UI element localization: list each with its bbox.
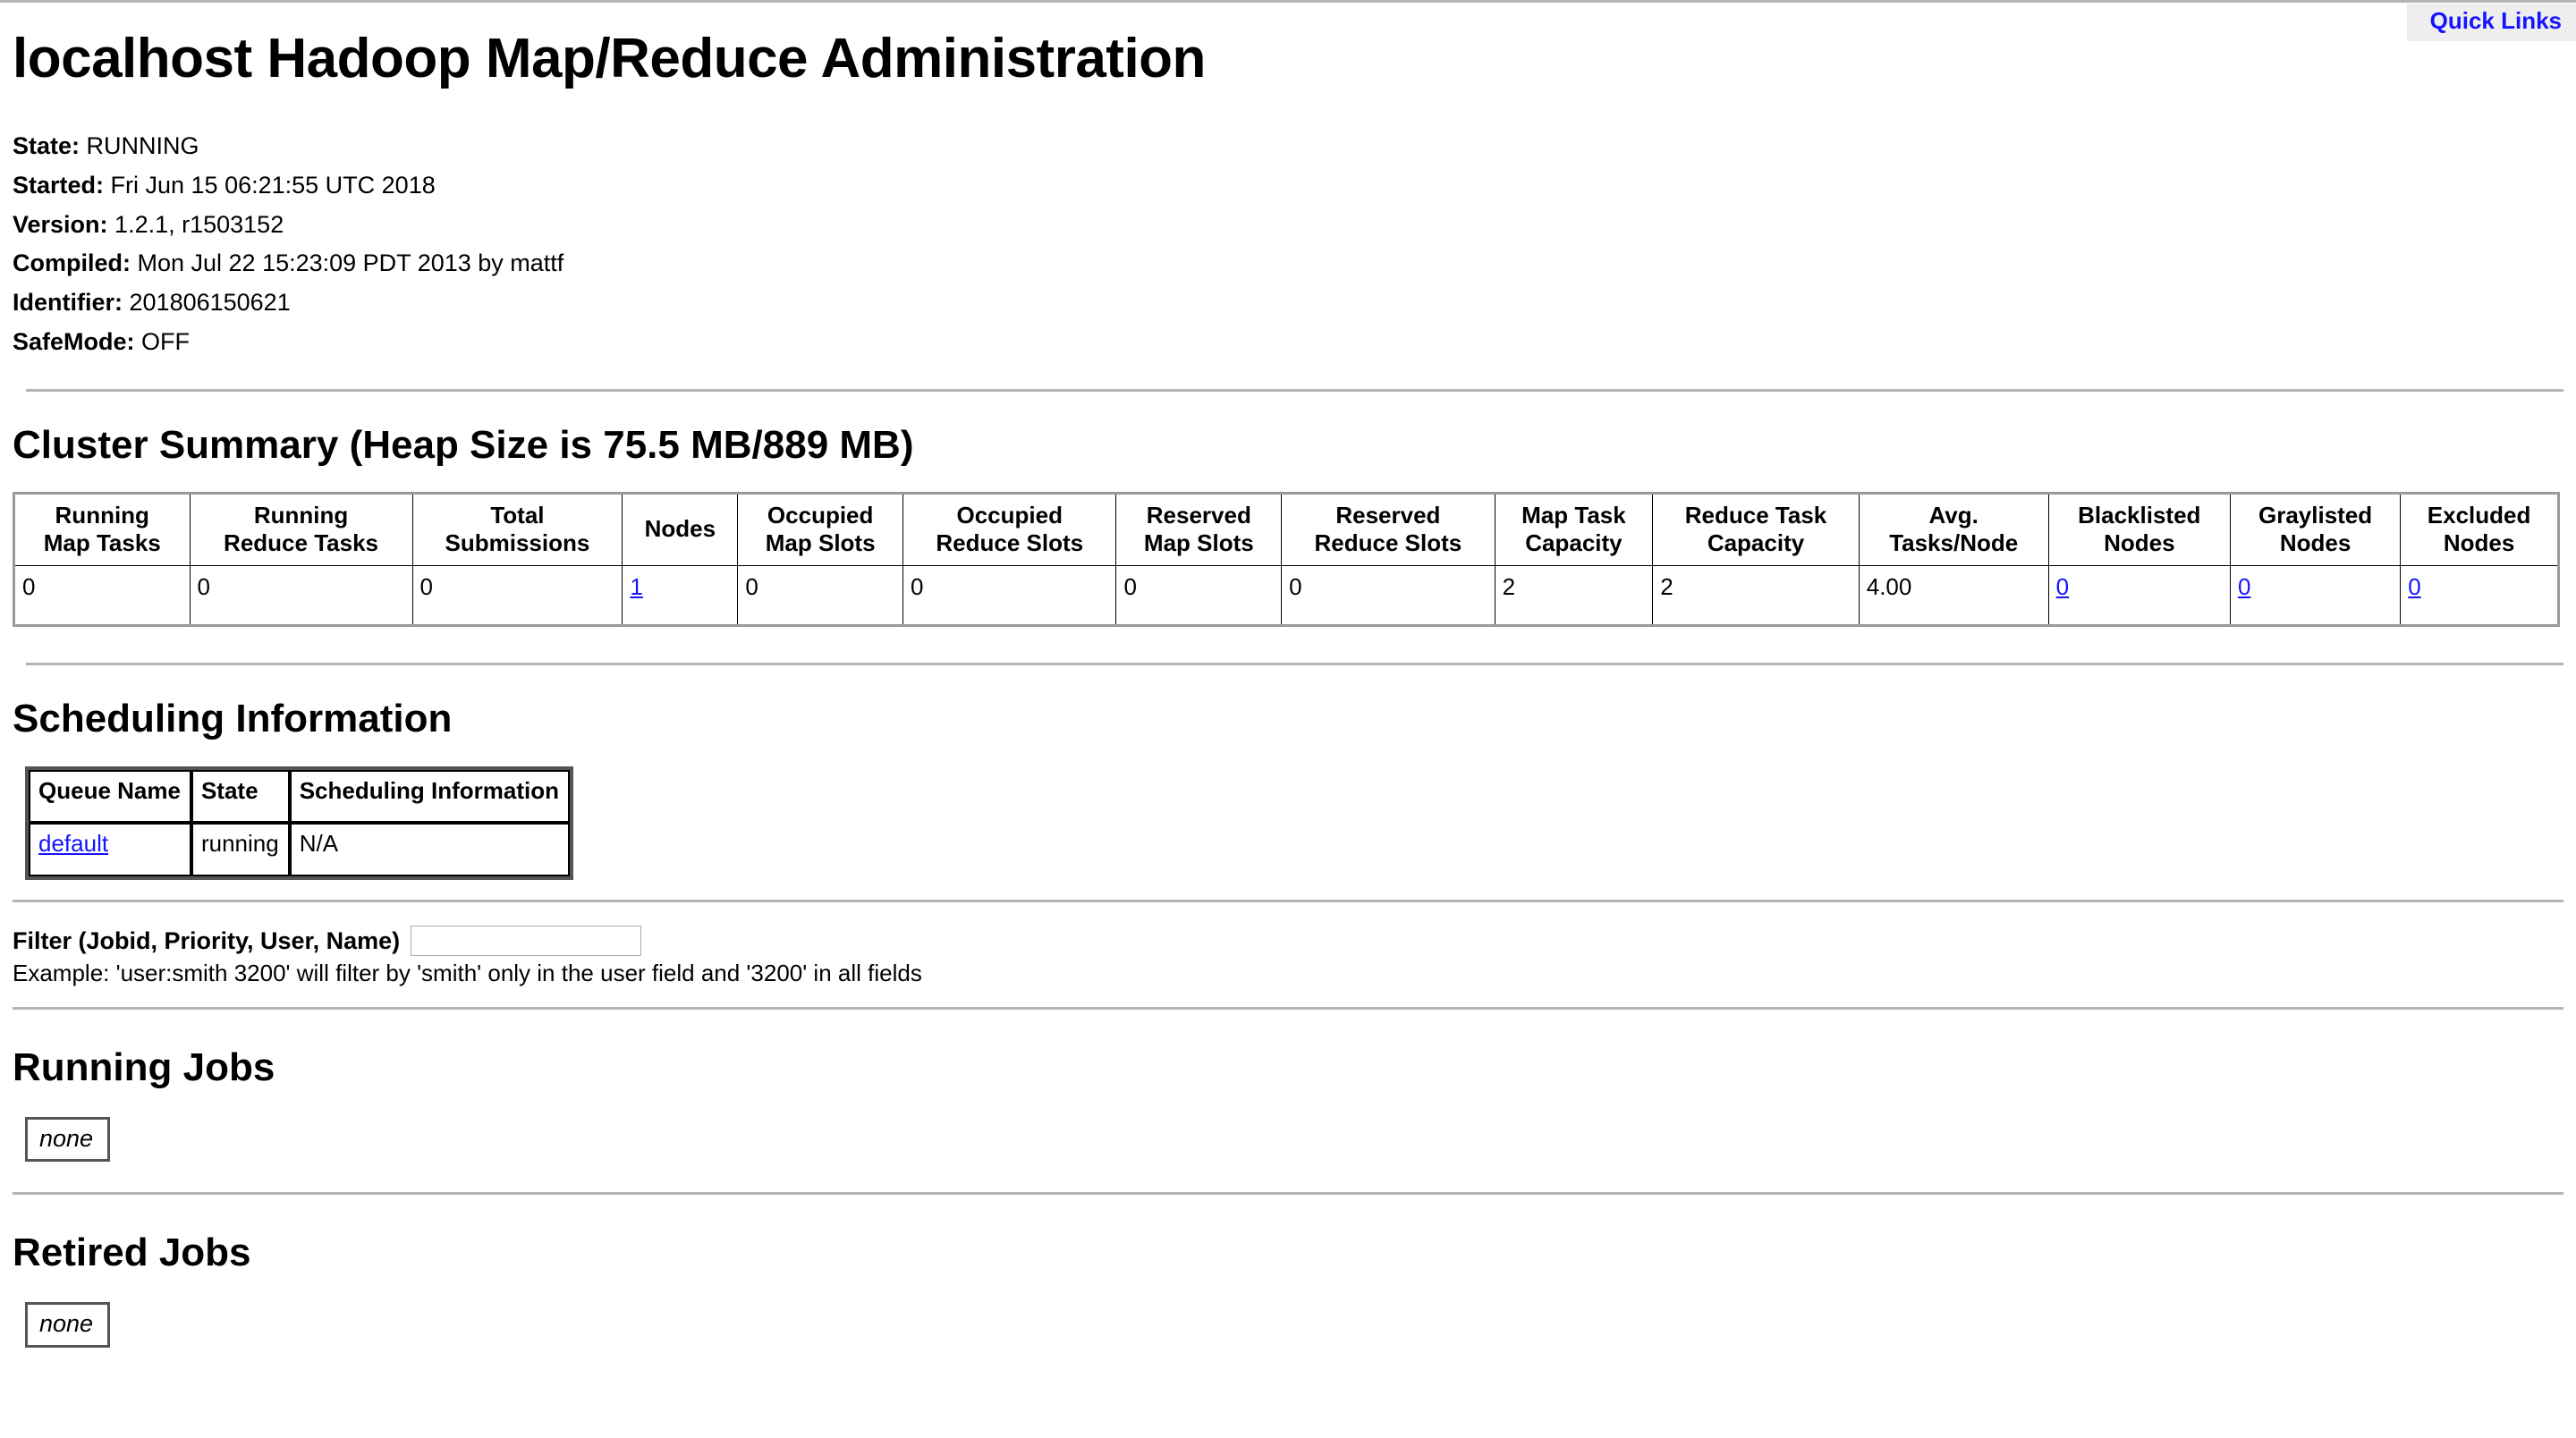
- column-header: Blacklisted Nodes: [2047, 492, 2231, 567]
- status-row: Started: Fri Jun 15 06:21:55 UTC 2018: [13, 166, 2563, 206]
- page-root: Quick Links localhost Hadoop Map/Reduce …: [0, 0, 2576, 1414]
- table-cell: 0: [1115, 565, 1283, 627]
- status-label: Started:: [13, 171, 105, 199]
- quick-links-link[interactable]: Quick Links: [2430, 7, 2562, 34]
- table-row: 0 0 0 1 0 0 0 0 2 2 4.00 0 0 0: [13, 565, 2559, 627]
- cluster-summary-divider: [26, 663, 2563, 666]
- column-header: Occupied Reduce Slots: [902, 492, 1117, 567]
- status-divider: [26, 388, 2563, 392]
- cluster-summary-header-row: Running Map Tasks Running Reduce Tasks Tot…: [13, 492, 2559, 567]
- column-header: State: [191, 769, 290, 824]
- queue-name-cell: default: [29, 823, 191, 876]
- column-header: Reserved Map Slots: [1115, 492, 1283, 567]
- status-label: Identifier:: [13, 289, 123, 317]
- running-jobs-heading: Running Jobs: [13, 1045, 275, 1089]
- filter-example-text: Example: 'user:smith 3200' will filter b…: [13, 960, 922, 986]
- status-label: Compiled:: [13, 250, 131, 277]
- cluster-status-list: State: RUNNING Started: Fri Jun 15 06:21:…: [13, 127, 2563, 361]
- filter-input[interactable]: [411, 926, 642, 956]
- table-cell: 0: [411, 565, 623, 627]
- column-header: Avg. Tasks/Node: [1858, 492, 2049, 567]
- table-cell: 0: [902, 565, 1117, 627]
- table-cell: 0: [13, 565, 191, 627]
- page-content: localhost Hadoop Map/Reduce Administrati…: [0, 30, 2576, 1348]
- retired-jobs-heading: Retired Jobs: [13, 1231, 251, 1275]
- status-row: SafeMode: OFF: [13, 323, 2563, 362]
- column-header: Occupied Map Slots: [737, 492, 903, 567]
- table-cell: 1: [622, 565, 739, 627]
- status-value: 1.2.1, r1503152: [107, 210, 284, 238]
- status-value: 201806150621: [123, 289, 291, 317]
- queue-state-cell: running: [191, 823, 290, 876]
- filter-label: Filter (Jobid, Priority, User, Name): [13, 926, 401, 954]
- table-row: default running N/A: [29, 823, 571, 876]
- status-row: Identifier: 201806150621: [13, 283, 2563, 323]
- status-row: Compiled: Mon Jul 22 15:23:09 PDT 2013 b…: [13, 244, 2563, 283]
- column-header: Reserved Reduce Slots: [1281, 492, 1496, 567]
- table-cell: 2: [1652, 565, 1860, 627]
- table-cell: 0: [2047, 565, 2231, 627]
- table-cell: 0: [189, 565, 413, 627]
- status-row: Version: 1.2.1, r1503152: [13, 206, 2563, 245]
- column-header: Excluded Nodes: [2400, 492, 2559, 567]
- table-cell: 2: [1494, 565, 1654, 627]
- column-header: Graylisted Nodes: [2229, 492, 2402, 567]
- filter-row: Filter (Jobid, Priority, User, Name): [13, 926, 2563, 956]
- queue-name-link[interactable]: default: [38, 830, 108, 857]
- column-header: Nodes: [622, 492, 739, 567]
- status-value: OFF: [134, 327, 191, 355]
- status-value: Fri Jun 15 06:21:55 UTC 2018: [104, 171, 436, 199]
- table-cell: 0: [737, 565, 903, 627]
- column-header: Map Task Capacity: [1494, 492, 1654, 567]
- quick-links-bar: Quick Links: [2406, 4, 2576, 41]
- table-cell-link[interactable]: 0: [2056, 573, 2069, 600]
- table-cell-link[interactable]: 0: [2408, 573, 2420, 600]
- status-label: State:: [13, 132, 80, 160]
- table-cell: 4.00: [1858, 565, 2049, 627]
- status-row: State: RUNNING: [13, 127, 2563, 166]
- table-cell: 0: [1281, 565, 1496, 627]
- column-header: Running Reduce Tasks: [189, 492, 413, 567]
- retired-jobs-section: Retired Jobs none: [13, 1231, 2563, 1348]
- column-header: Reduce Task Capacity: [1652, 492, 1860, 567]
- cluster-summary-table: Running Map Tasks Running Reduce Tasks Tot…: [13, 491, 2560, 628]
- status-value: Mon Jul 22 15:23:09 PDT 2013 by mattf: [131, 250, 564, 277]
- column-header: Running Map Tasks: [13, 492, 191, 567]
- column-header: Queue Name: [29, 769, 191, 824]
- scheduling-information-heading: Scheduling Information: [13, 697, 453, 741]
- queue-info-cell: N/A: [289, 823, 571, 876]
- page-title: localhost Hadoop Map/Reduce Administrati…: [13, 28, 1206, 89]
- status-label: SafeMode:: [13, 327, 135, 355]
- cluster-summary-heading: Cluster Summary (Heap Size is 75.5 MB/88…: [13, 422, 914, 467]
- scheduling-header-row: Queue Name State Scheduling Information: [29, 769, 571, 824]
- table-cell: 0: [2229, 565, 2402, 627]
- retired-jobs-empty-box: none: [25, 1302, 111, 1348]
- table-cell-link[interactable]: 1: [630, 573, 642, 600]
- scheduling-information-table: Queue Name State Scheduling Information de…: [25, 766, 574, 880]
- column-header: Scheduling Information: [289, 769, 571, 824]
- scheduling-divider: [13, 900, 2563, 902]
- status-value: RUNNING: [80, 132, 199, 160]
- top-divider: [0, 0, 2576, 3]
- table-cell-link[interactable]: 0: [2238, 573, 2250, 600]
- column-header: Total Submissions: [411, 492, 623, 567]
- status-label: Version:: [13, 210, 108, 238]
- table-cell: 0: [2400, 565, 2559, 627]
- running-jobs-section: Running Jobs none: [13, 1045, 2563, 1163]
- running-jobs-divider: [13, 1192, 2563, 1196]
- filter-divider: [13, 1007, 2563, 1010]
- running-jobs-empty-box: none: [25, 1117, 111, 1163]
